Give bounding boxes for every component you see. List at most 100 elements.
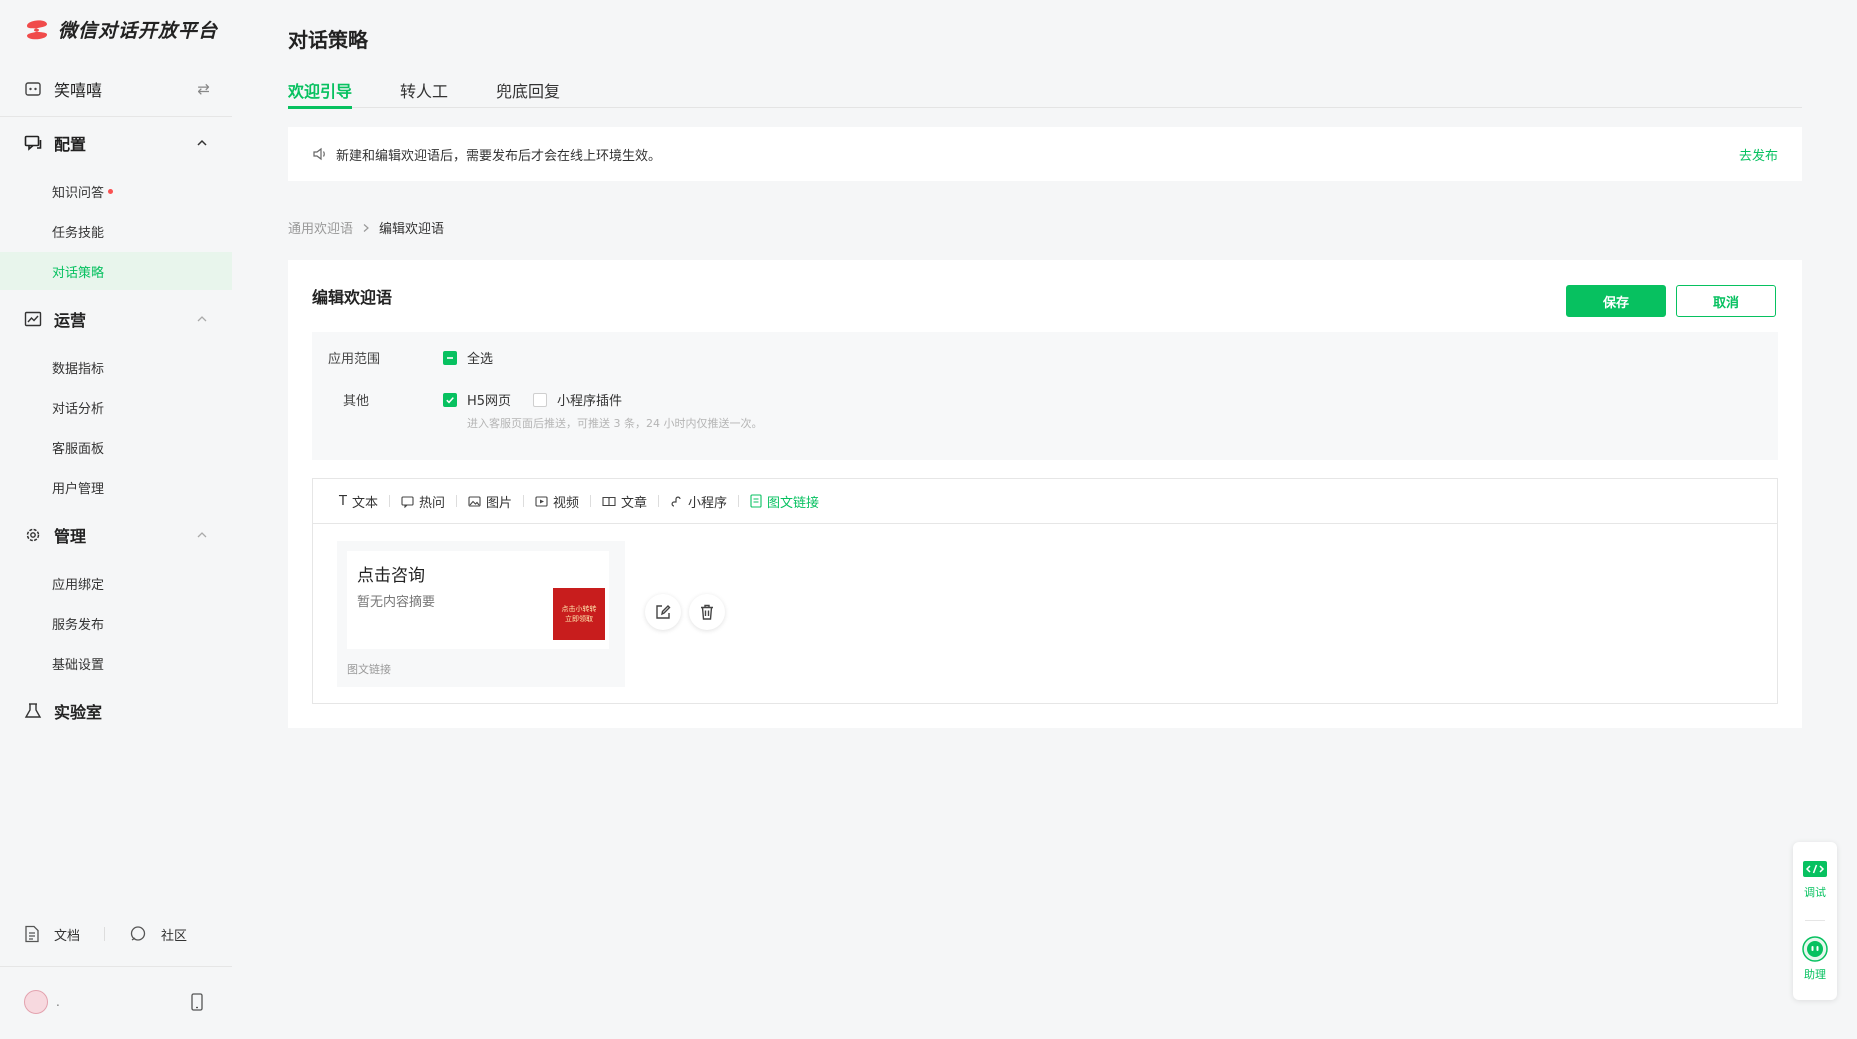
- chevron-right-icon: [363, 223, 369, 232]
- tab-welcome-guide[interactable]: 欢迎引导: [288, 78, 353, 109]
- sidebar-item-service-publish[interactable]: 服务发布: [0, 604, 232, 642]
- chevron-up-icon: [197, 532, 207, 538]
- logo-text: 微信对话开放平台: [58, 19, 219, 42]
- tool-image-text-link[interactable]: 图文链接: [750, 492, 819, 511]
- lab-flask-icon: [24, 703, 42, 718]
- operation-chart-icon: [24, 311, 42, 327]
- publish-notice-bar: 新建和编辑欢迎语后，需要发布后才会在线上环境生效。 去发布: [288, 127, 1802, 181]
- indeterminate-checkbox-icon: [443, 350, 457, 365]
- sidebar-item-dialog-analysis[interactable]: 对话分析: [0, 388, 232, 426]
- sidebar: 微信对话开放平台 笑嘻嘻 ⇄ 配置 知识问答 任务技能 对话策略 运营 数据指标…: [0, 0, 232, 1039]
- tool-label: 视频: [553, 495, 580, 511]
- push-rule-hint: 进入客服页面后推送，可推送 3 条，24 小时内仅推送一次。: [467, 417, 763, 430]
- breadcrumb: 通用欢迎语 编辑欢迎语: [288, 218, 444, 237]
- sidebar-item-label: 对话分析: [52, 401, 105, 417]
- mobile-phone-icon[interactable]: [190, 993, 204, 1011]
- sidebar-group-label: 实验室: [54, 703, 103, 722]
- save-button[interactable]: 保存: [1566, 285, 1666, 317]
- toolbar-divider: [658, 495, 660, 507]
- sidebar-group-lab[interactable]: 实验室: [24, 696, 210, 726]
- sidebar-item-label: 服务发布: [52, 617, 105, 633]
- sidebar-item-label: 对话策略: [52, 265, 105, 281]
- toolbar-divider: [388, 495, 390, 507]
- preview-card[interactable]: 点击咨询 暂无内容摘要 点击小转转 立即领取: [347, 551, 609, 649]
- chevron-up-icon: [197, 139, 207, 146]
- h5-label: H5网页: [467, 394, 512, 409]
- logo[interactable]: 微信对话开放平台: [24, 14, 218, 44]
- community-link[interactable]: 社区: [129, 925, 187, 944]
- sidebar-group-label: 配置: [54, 135, 87, 154]
- sidebar-item-label: 客服面板: [52, 441, 105, 457]
- avatar[interactable]: [24, 990, 48, 1014]
- tool-hot-question[interactable]: 热问: [401, 492, 445, 511]
- debug-button[interactable]: 调试: [1793, 860, 1837, 900]
- assistant-button[interactable]: 助理: [1793, 936, 1837, 982]
- sidebar-item-task-skills[interactable]: 任务技能: [0, 212, 232, 250]
- notice-text: 新建和编辑欢迎语后，需要发布后才会在线上环境生效。: [336, 148, 662, 164]
- speaker-icon: [313, 147, 325, 161]
- tool-label: 图文链接: [767, 495, 820, 511]
- other-label: 其他: [343, 394, 370, 409]
- sidebar-item-data-metrics[interactable]: 数据指标: [0, 348, 232, 386]
- image-text-preview: 点击咨询 暂无内容摘要 点击小转转 立即领取 图文链接: [337, 541, 625, 687]
- sidebar-item-service-panel[interactable]: 客服面板: [0, 428, 232, 466]
- edit-button[interactable]: [645, 594, 681, 630]
- checkbox-checked-icon: [443, 392, 457, 407]
- select-all-label: 全选: [467, 352, 494, 367]
- scope-settings: 应用范围 全选 其他 H5网页 小程序插件 进入客服页面后推送，可推送 3 条，…: [312, 332, 1778, 460]
- docs-link[interactable]: 文档: [24, 925, 80, 944]
- page-title: 对话策略: [288, 28, 368, 52]
- gear-icon: [26, 528, 40, 542]
- sidebar-divider: [0, 966, 232, 967]
- sidebar-group-label: 管理: [54, 527, 87, 546]
- cancel-button[interactable]: 取消: [1676, 285, 1776, 317]
- checkbox-unchecked-icon: [533, 392, 547, 407]
- account-switcher[interactable]: 笑嘻嘻 ⇄: [24, 74, 210, 104]
- miniprogram-plugin-checkbox[interactable]: 小程序插件: [533, 390, 622, 409]
- sidebar-item-basic-settings[interactable]: 基础设置: [0, 644, 232, 682]
- text-T-icon: T: [339, 493, 347, 509]
- scope-label: 应用范围: [328, 352, 381, 367]
- tool-label: 小程序: [688, 495, 728, 511]
- image-icon: [468, 495, 481, 507]
- swap-arrows-icon[interactable]: ⇄: [197, 80, 210, 98]
- sidebar-item-label: 数据指标: [52, 361, 105, 377]
- sidebar-group-operation[interactable]: 运营: [24, 304, 210, 334]
- user-profile-row[interactable]: .: [24, 988, 204, 1016]
- assistant-robot-icon: [1802, 936, 1828, 962]
- article-book-icon: [602, 496, 616, 506]
- breadcrumb-current: 编辑欢迎语: [379, 222, 445, 237]
- sidebar-item-knowledge-qa[interactable]: 知识问答: [0, 172, 232, 210]
- tool-label: 图片: [485, 495, 512, 511]
- sidebar-item-user-management[interactable]: 用户管理: [0, 468, 232, 506]
- edit-welcome-card: 编辑欢迎语 保存 取消 应用范围 全选 其他 H5网页 小程序插件 进入客服页面…: [288, 260, 1802, 728]
- sidebar-item-label: 用户管理: [52, 481, 105, 497]
- preview-thumbnail: 点击小转转 立即领取: [553, 588, 605, 640]
- tool-article[interactable]: 文章: [602, 492, 647, 511]
- miniprogram-label: 小程序插件: [557, 394, 623, 409]
- sidebar-group-config[interactable]: 配置: [24, 128, 210, 158]
- select-all-checkbox[interactable]: 全选: [443, 348, 493, 367]
- strategy-tabs: 欢迎引导 转人工 兜底回复: [288, 78, 1802, 109]
- tool-text[interactable]: T 文本: [339, 492, 378, 511]
- sidebar-item-label: 应用绑定: [52, 577, 105, 593]
- preview-title: 点击咨询: [357, 566, 425, 586]
- tab-transfer-human[interactable]: 转人工: [400, 78, 448, 108]
- go-publish-link[interactable]: 去发布: [1739, 145, 1778, 164]
- sidebar-item-label: 基础设置: [52, 657, 105, 673]
- tool-image[interactable]: 图片: [468, 492, 512, 511]
- tool-miniprogram[interactable]: 小程序: [670, 492, 727, 511]
- sidebar-group-management[interactable]: 管理: [24, 520, 210, 550]
- toolbar-divider: [523, 495, 524, 507]
- hot-question-icon: [401, 495, 414, 508]
- panel-divider: [1805, 920, 1825, 921]
- sidebar-item-dialog-strategy[interactable]: 对话策略: [0, 252, 232, 290]
- tab-fallback-reply[interactable]: 兜底回复: [496, 78, 560, 108]
- sidebar-item-app-binding[interactable]: 应用绑定: [0, 564, 232, 602]
- robot-face-icon: [25, 82, 41, 96]
- docs-label: 文档: [54, 928, 81, 944]
- h5-checkbox[interactable]: H5网页: [443, 390, 511, 409]
- tool-video[interactable]: 视频: [535, 492, 579, 511]
- delete-button[interactable]: [689, 594, 725, 630]
- breadcrumb-parent[interactable]: 通用欢迎语: [288, 218, 353, 237]
